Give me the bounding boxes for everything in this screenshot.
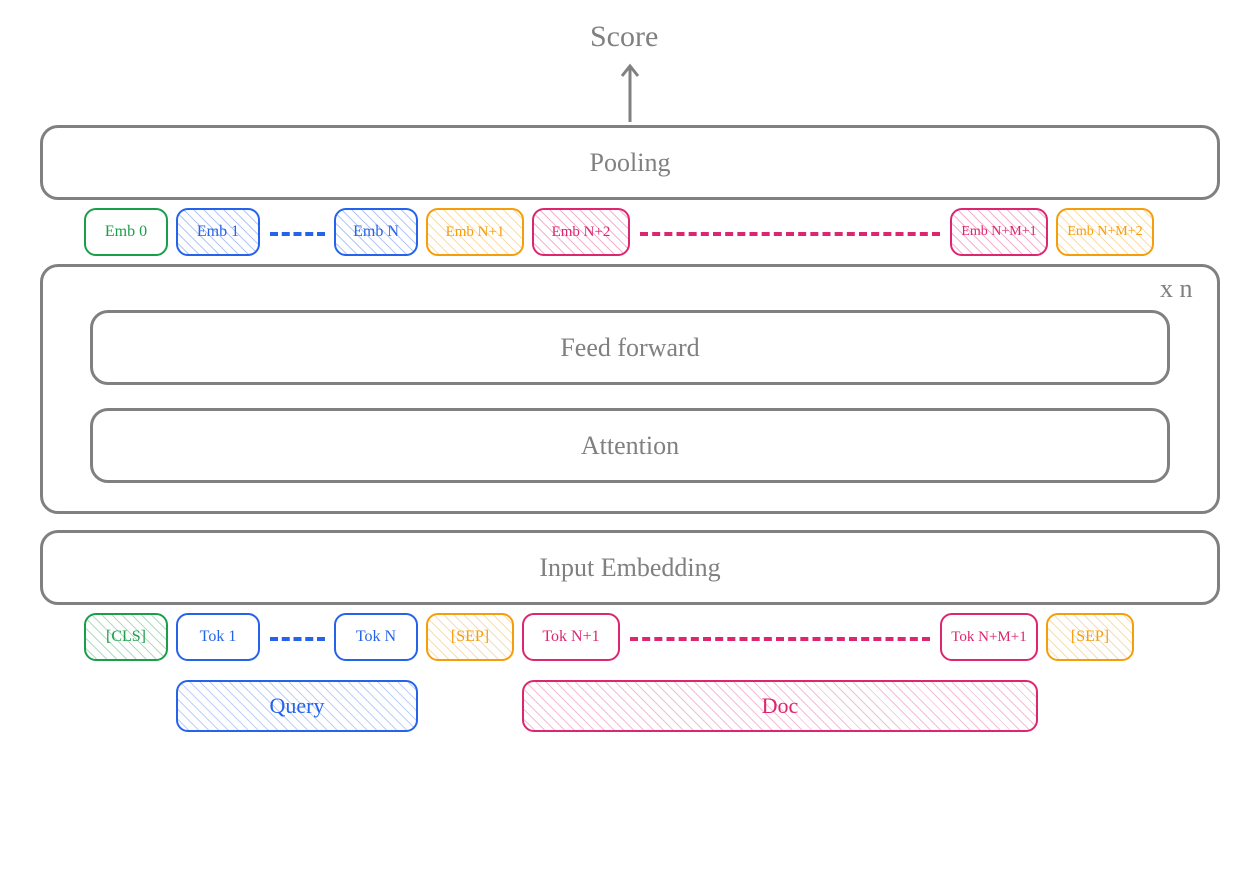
emb-0: Emb 0 <box>84 208 168 256</box>
pooling-block: Pooling <box>40 125 1220 200</box>
tok-sep2: [SEP] <box>1046 613 1134 661</box>
query-label-box: Query <box>176 680 418 732</box>
doc-text: Doc <box>762 693 799 719</box>
feed-forward-label: Feed forward <box>560 333 699 363</box>
architecture-diagram: Score Pooling Emb 0 Emb 1 Emb N Emb N+1 … <box>30 30 1230 866</box>
dots-emb-blue <box>270 232 325 236</box>
emb-n2: Emb N+2 <box>532 208 630 256</box>
dots-tok-red <box>630 637 930 641</box>
tok-n: Tok N <box>334 613 418 661</box>
dots-tok-blue <box>270 637 325 641</box>
emb-1: Emb 1 <box>176 208 260 256</box>
tok-nm1: Tok N+M+1 <box>940 613 1038 661</box>
doc-label-box: Doc <box>522 680 1038 732</box>
tok-1: Tok 1 <box>176 613 260 661</box>
tok-sep1: [SEP] <box>426 613 514 661</box>
pooling-label: Pooling <box>590 148 671 178</box>
query-text: Query <box>270 693 325 719</box>
score-label: Score <box>590 20 658 54</box>
tok-cls: [CLS] <box>84 613 168 661</box>
emb-nm2: Emb N+M+2 <box>1056 208 1154 256</box>
repeat-label: x n <box>1160 274 1193 304</box>
input-embedding-label: Input Embedding <box>539 553 720 583</box>
dots-emb-red <box>640 232 940 236</box>
emb-nm1: Emb N+M+1 <box>950 208 1048 256</box>
tok-n1: Tok N+1 <box>522 613 620 661</box>
attention-block: Attention <box>90 408 1170 483</box>
arrow-up-icon <box>620 58 640 126</box>
emb-n1: Emb N+1 <box>426 208 524 256</box>
input-embedding-block: Input Embedding <box>40 530 1220 605</box>
attention-label: Attention <box>581 431 679 461</box>
emb-n: Emb N <box>334 208 418 256</box>
feed-forward-block: Feed forward <box>90 310 1170 385</box>
